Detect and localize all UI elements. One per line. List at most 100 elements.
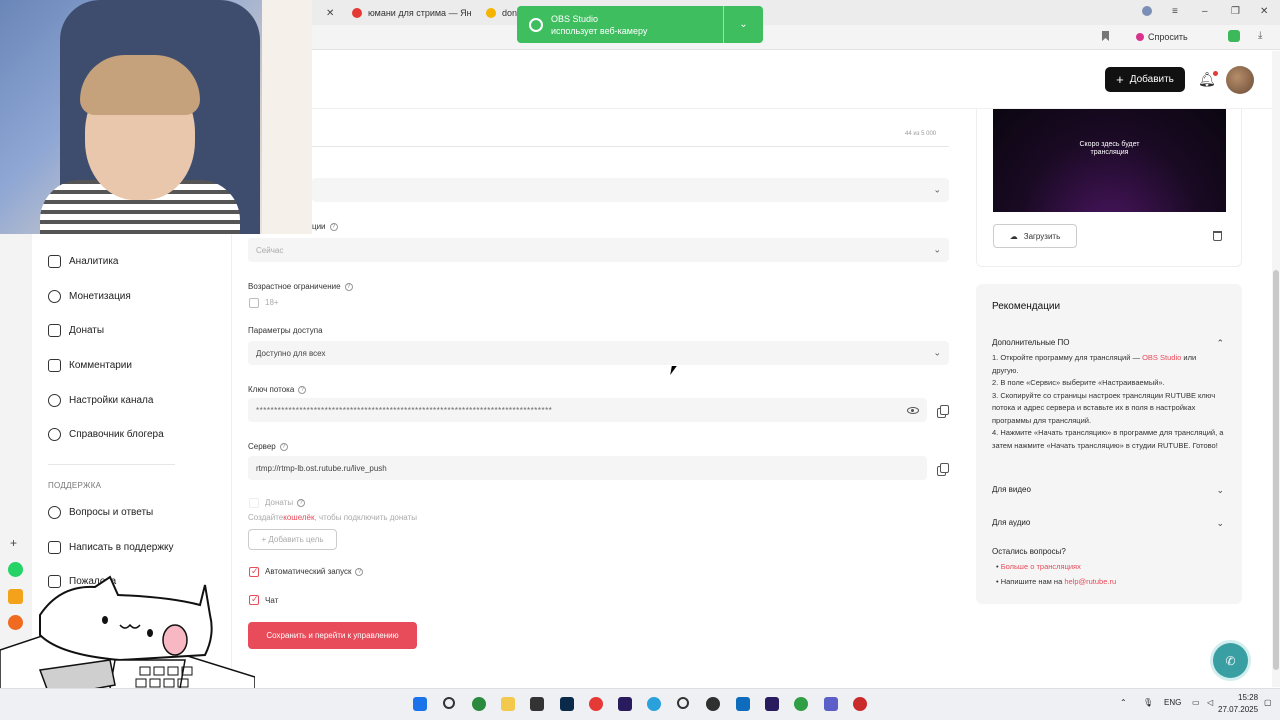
support-chat-button[interactable]: ✆ [1213, 643, 1248, 678]
scrollbar-thumb[interactable] [1273, 270, 1279, 670]
add-button[interactable]: + Добавить [1105, 67, 1185, 92]
chevron-up-icon[interactable]: ⌃ [1120, 698, 1127, 707]
store-icon[interactable] [530, 697, 544, 711]
mouse-cursor [670, 366, 677, 375]
accordion-extra-software[interactable]: Дополнительные ПО ⌃ [992, 338, 1224, 348]
age-18-checkbox[interactable] [249, 298, 259, 308]
upload-icon: ☁ [1009, 231, 1018, 241]
description-field[interactable] [312, 109, 949, 147]
chevron-down-icon: ⌄ [933, 347, 941, 358]
access-select[interactable]: Доступно для всех ⌄ [248, 341, 949, 365]
chat-checkbox[interactable] [249, 594, 259, 605]
maximize-icon[interactable]: ❐ [1231, 6, 1240, 17]
language-indicator[interactable]: ENG [1164, 698, 1181, 707]
app-icon[interactable] [794, 697, 808, 711]
help-icon[interactable]: ? [329, 222, 338, 231]
copy-icon[interactable] [937, 405, 949, 418]
support-section-label: ПОДДЕРЖКА [48, 481, 102, 490]
browser-tab[interactable]: don [486, 3, 517, 23]
outlook-icon[interactable] [736, 697, 750, 711]
wallet-link[interactable]: кошелёк [283, 513, 314, 522]
alice-icon [1136, 33, 1144, 41]
notification-center-icon[interactable]: ▢ [1264, 698, 1272, 707]
notification-dot [1212, 71, 1218, 76]
recommendations-steps: 1. Откройте программу для трансляций — O… [992, 353, 1224, 450]
donate-icon [48, 323, 61, 337]
search-icon[interactable] [443, 697, 455, 709]
sidebar-item-blogger-guide[interactable]: Справочник блогера [48, 424, 164, 444]
menu-icon[interactable]: ≡ [1172, 6, 1178, 17]
telegram-icon[interactable] [647, 697, 661, 711]
volume-icon[interactable]: ◁ [1207, 698, 1213, 707]
category-select[interactable]: ⌄ [312, 178, 949, 202]
premiere-icon[interactable] [765, 697, 779, 711]
obs-studio-link[interactable]: OBS Studio [1142, 353, 1181, 362]
sidebar-item-donations[interactable]: Донаты [48, 320, 104, 340]
help-icon[interactable]: ? [297, 498, 306, 507]
accordion-for-audio[interactable]: Для аудио ⌄ [992, 518, 1224, 528]
profile-icon[interactable] [1142, 6, 1152, 16]
age-18-label: 18+ [265, 298, 279, 307]
clock[interactable]: 15:28 27.07.2025 [1218, 692, 1258, 716]
server-input[interactable]: rtmp://rtmp-lb.ost.rutube.ru/live_push [248, 456, 927, 480]
shield-icon[interactable] [1228, 30, 1240, 42]
network-icon[interactable]: ▭ [1192, 698, 1200, 707]
photoshop-icon[interactable] [560, 697, 574, 711]
taskbar [0, 688, 1280, 720]
save-and-manage-button[interactable]: Сохранить и перейти к управлению [248, 622, 417, 649]
sidebar-item-contact-support[interactable]: Написать в поддержку [48, 537, 174, 557]
browser-tab[interactable]: юмани для стрима — Ян [352, 3, 472, 23]
teams-icon[interactable] [824, 697, 838, 711]
edge-icon[interactable] [472, 697, 486, 711]
close-window-icon[interactable]: ✕ [1260, 6, 1268, 17]
sidebar-item-faq[interactable]: Вопросы и ответы [48, 502, 153, 522]
donations-checkbox[interactable] [249, 498, 259, 508]
ask-button[interactable]: Спросить [1130, 29, 1194, 45]
upload-button[interactable]: ☁ Загрузить [993, 224, 1077, 248]
add-goal-button[interactable]: + Добавить цель [248, 529, 337, 550]
app-icon[interactable] [677, 697, 689, 709]
after-effects-icon[interactable] [618, 697, 632, 711]
ruble-icon [48, 289, 61, 303]
help-icon[interactable]: ? [344, 282, 353, 291]
copy-icon[interactable] [937, 463, 949, 476]
download-icon[interactable]: ⤓ [1258, 30, 1262, 41]
close-icon[interactable]: ✕ [326, 8, 334, 19]
sidebar-item-channel-settings[interactable]: Настройки канала [48, 390, 153, 410]
auto-start-checkbox[interactable] [249, 566, 259, 577]
chevron-down-icon: ⌄ [933, 244, 941, 255]
stream-key-input[interactable]: ****************************************… [248, 398, 927, 422]
folder-icon[interactable] [501, 697, 515, 711]
sidebar-item-comments[interactable]: Комментарии [48, 355, 132, 375]
add-icon[interactable]: + [10, 536, 17, 550]
chevron-down-icon: ⌄ [1216, 485, 1224, 495]
trash-icon[interactable] [1213, 231, 1222, 241]
book-icon [48, 427, 61, 441]
help-icon[interactable]: ? [355, 567, 364, 576]
help-icon[interactable]: ? [298, 385, 307, 394]
accordion-for-video[interactable]: Для видео ⌄ [992, 485, 1224, 495]
obs-toast[interactable]: OBS Studio использует веб-камеру ⌄ [517, 6, 763, 43]
chevron-down-icon: ⌄ [933, 184, 941, 195]
sidebar-item-monetization[interactable]: Монетизация [48, 286, 131, 306]
publish-time-select[interactable]: Сейчас ⌄ [248, 238, 949, 262]
chevron-down-icon[interactable]: ⌄ [723, 6, 763, 43]
sidebar-item-analytics[interactable]: Аналитика [48, 251, 119, 271]
yandex-browser-icon[interactable] [589, 697, 603, 711]
minimize-icon[interactable]: – [1202, 6, 1208, 17]
record-icon[interactable] [853, 697, 867, 711]
toast-title: OBS Studio [551, 13, 599, 24]
tab-close-button[interactable]: ✕ [326, 3, 334, 23]
donation-favicon-icon [486, 8, 496, 18]
chevron-up-icon: ⌃ [1216, 338, 1224, 348]
help-icon[interactable]: ? [279, 442, 288, 451]
bell-icon[interactable]: 🔔︎ [1198, 71, 1218, 88]
mic-icon[interactable]: 🎙︎ [1143, 698, 1153, 707]
more-about-streams-link[interactable]: Больше о трансляциях [1001, 562, 1081, 571]
questions-title: Остались вопросы? [992, 547, 1066, 556]
obs-icon[interactable] [706, 697, 720, 711]
eye-icon[interactable] [907, 407, 919, 414]
avatar[interactable] [1226, 66, 1254, 94]
windows-start-icon[interactable] [413, 697, 427, 711]
support-email-link[interactable]: help@rutube.ru [1064, 577, 1116, 586]
